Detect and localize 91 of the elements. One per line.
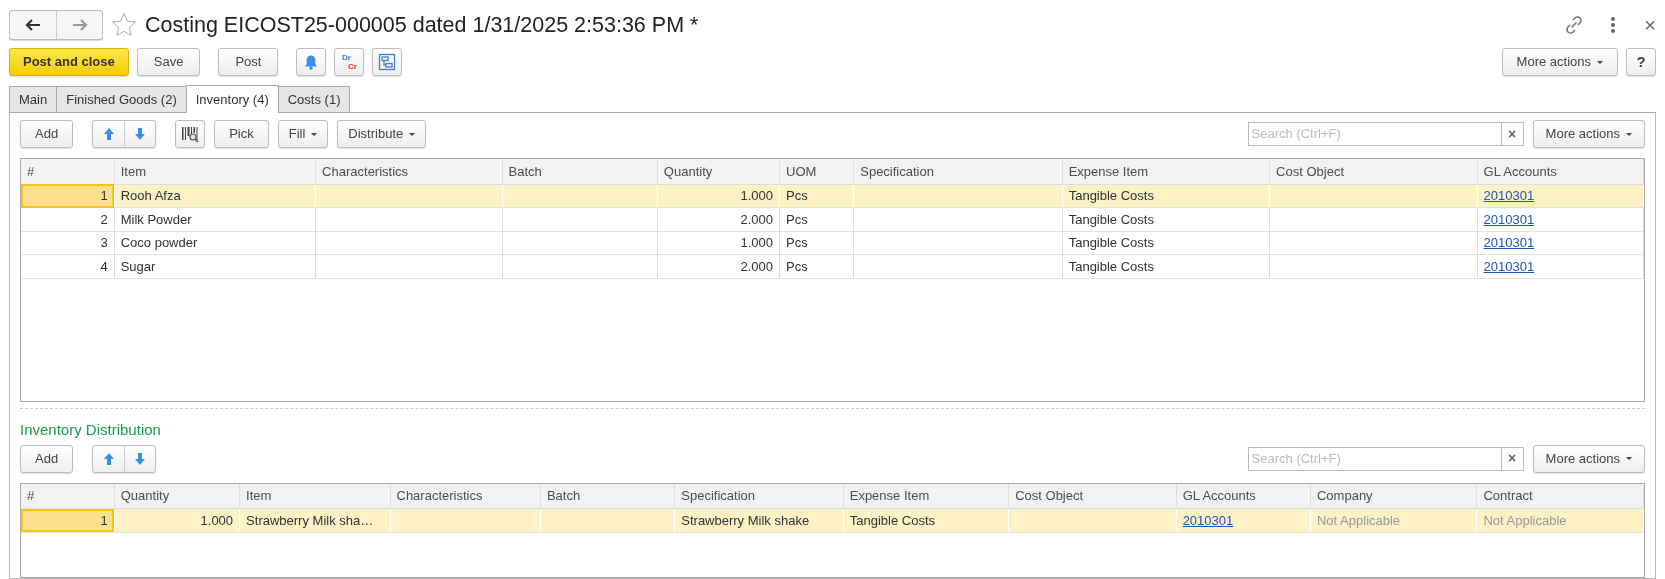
table-cell: Strawberry Milk sha… [239,508,390,532]
column-header[interactable]: Specification [853,159,1063,184]
account-link[interactable]: 2010301 [1483,235,1535,250]
column-header[interactable]: Cost Object [1269,159,1478,184]
search-field[interactable]: Search (Ctrl+F) [1247,122,1502,146]
debit-label: Dr [341,53,351,62]
column-header[interactable]: Quantity [114,483,240,509]
toolbar-button[interactable]: Post [218,48,279,76]
column-header[interactable]: Characteristics [315,159,502,184]
table-cell: Pcs [779,254,854,278]
column-header[interactable]: GL Accounts [1176,483,1311,509]
table-cell: Coco powder [114,231,316,255]
table-cell: 1 [21,508,115,532]
table-cell: 2.000 [657,254,780,278]
column-header[interactable]: Characteristics [390,483,541,509]
column-header[interactable]: # [21,159,115,184]
column-header[interactable]: Item [114,159,316,184]
star-icon[interactable] [111,12,137,38]
tab[interactable]: Finished Goods (2) [56,86,187,112]
menu-button[interactable]: Fill [277,120,329,148]
clear-search-button[interactable]: × [1501,446,1524,471]
table-cell: Tangible Costs [1062,207,1270,231]
section-title: Inventory Distribution [20,420,162,440]
column-header[interactable]: UOM [779,159,854,184]
more-actions-button[interactable]: More actions [1501,48,1618,76]
table-cell: Milk Powder [114,207,316,231]
column-header[interactable]: Company [1310,483,1477,509]
notification-button[interactable] [296,48,327,76]
table-cell: 3 [21,231,115,255]
close-button[interactable]: × [1644,10,1656,40]
column-header[interactable]: Expense Item [1062,159,1270,184]
table-cell: Not Applicable [1310,508,1477,532]
post-and-close-button[interactable]: Post and close [9,48,129,76]
help-button[interactable]: ? [1626,48,1656,76]
down-arrow-icon [134,127,147,141]
column-header[interactable]: Item [239,483,390,509]
table-cell: Strawberry Milk shake [674,508,844,532]
debit-credit-button[interactable]: Dr Cr [334,48,365,76]
hierarchy-icon [378,53,397,71]
column-header[interactable]: Expense Item [843,483,1009,509]
column-header[interactable]: Batch [540,483,675,509]
forward-arrow-icon [71,19,88,31]
table-cell: Tangible Costs [1062,184,1270,208]
table-cell: 1 [21,184,115,208]
table-cell: Pcs [779,207,854,231]
account-link[interactable]: 2010301 [1483,211,1535,227]
more-actions-button[interactable]: More actions [1532,444,1645,473]
table-cell: 2.000 [657,207,780,231]
credit-label: Cr [347,62,357,71]
menu-button[interactable]: Distribute [337,120,427,148]
table-cell: Not Applicable [1476,508,1644,532]
account-link[interactable]: 2010301 [1483,258,1535,274]
table-cell: 2 [21,207,115,231]
column-header[interactable]: Cost Object [1008,483,1177,509]
table-cell: 1.000 [657,184,780,208]
window-title: Costing EICOST25-000005 dated 1/31/2025 2:53:36 PM * [145,11,699,39]
table-cell: Tangible Costs [1062,254,1270,278]
table-cell: Sugar [114,254,316,278]
barcode-search-button[interactable] [175,120,206,148]
down-arrow-icon [134,451,147,466]
link-icon[interactable] [1564,15,1585,35]
table-cell: 1.000 [657,231,780,255]
column-header[interactable]: Specification [674,483,844,509]
tab[interactable]: Costs (1) [277,86,351,112]
toolbar-button[interactable]: Add [20,120,74,148]
column-header[interactable]: Batch [502,159,658,184]
toolbar-button[interactable]: Pick [214,120,269,148]
table-cell: Rooh Afza [114,184,316,208]
table-cell: Pcs [779,231,854,255]
table-cell: Tangible Costs [1062,231,1270,255]
back-arrow-icon [25,19,41,31]
tab[interactable]: Inventory (4) [185,85,279,113]
up-arrow-icon [102,127,115,141]
column-header[interactable]: Contract [1476,483,1644,509]
search-field[interactable]: Search (Ctrl+F) [1247,446,1502,471]
table-cell: 4 [21,254,115,278]
column-header[interactable]: Quantity [657,159,780,184]
table-cell: Tangible Costs [843,508,1009,532]
up-arrow-icon [102,451,115,466]
toolbar-button[interactable]: Save [136,48,201,76]
bell-icon [304,54,319,70]
tab[interactable]: Main [9,86,58,112]
barcode-search-icon [181,125,200,143]
column-header[interactable]: GL Accounts [1477,159,1644,184]
toolbar-button[interactable]: Add [20,444,74,473]
clear-search-button[interactable]: × [1501,122,1524,146]
account-link[interactable]: 2010301 [1483,188,1535,203]
structure-button[interactable] [372,48,403,76]
column-header[interactable]: # [21,483,115,509]
more-actions-button[interactable]: More actions [1532,120,1645,148]
table-cell: 1.000 [114,508,240,532]
